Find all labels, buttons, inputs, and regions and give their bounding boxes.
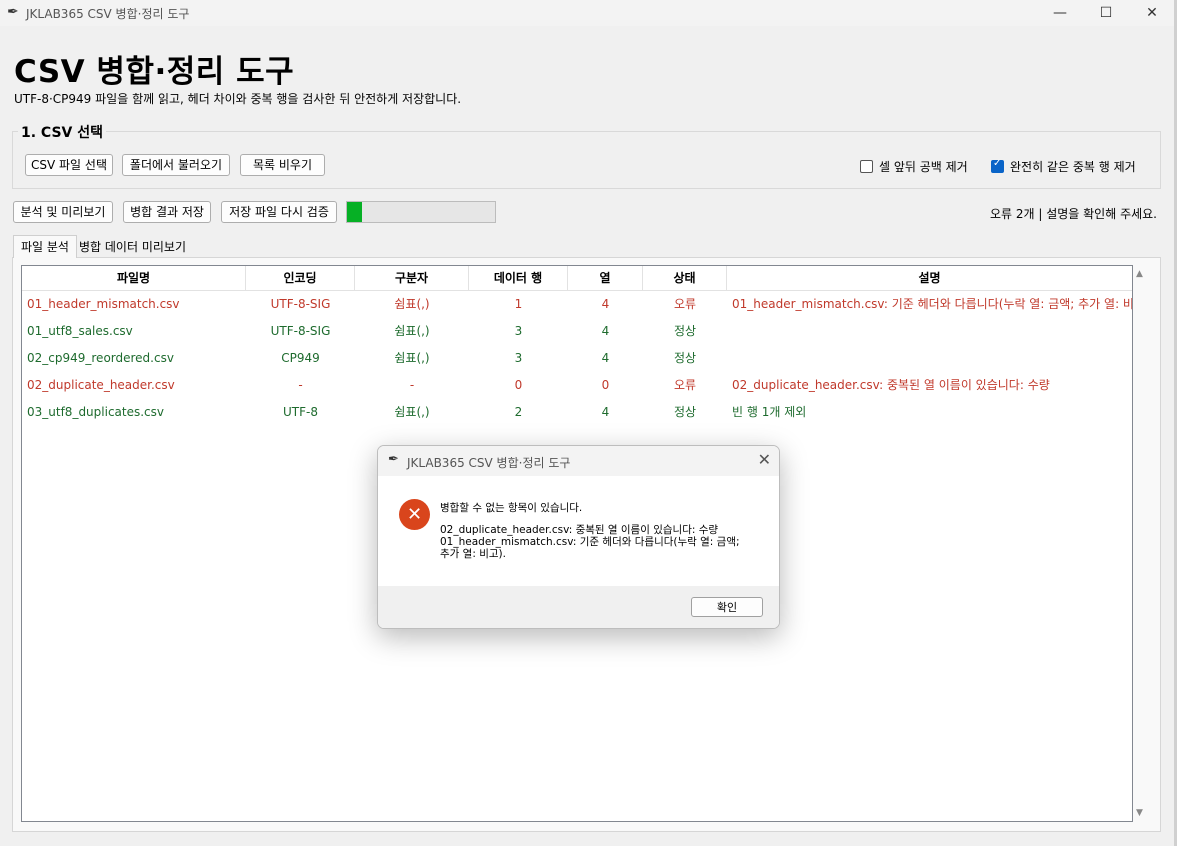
scroll-down-icon[interactable]: ▼: [1136, 808, 1143, 818]
tab-merged-preview[interactable]: 병합 데이터 미리보기: [76, 238, 189, 256]
select-csv-button[interactable]: CSV 파일 선택: [25, 154, 113, 176]
minimize-icon[interactable]: —: [1037, 0, 1083, 26]
column-header-delimiter[interactable]: 구분자: [355, 266, 469, 290]
page-subtitle: UTF-8·CP949 파일을 함께 읽고, 헤더 차이와 중복 행을 검사한 …: [14, 92, 462, 106]
cell-description: 02_duplicate_header.csv: 중복된 열 이름이 있습니다:…: [732, 378, 1050, 392]
cell-filename: 03_utf8_duplicates.csv: [27, 405, 165, 419]
cell-encoding: -: [298, 378, 303, 392]
cell-data-rows: 3: [514, 324, 523, 338]
page-title: CSV 병합·정리 도구: [14, 54, 295, 90]
close-icon[interactable]: ✕: [1129, 0, 1175, 26]
checkbox-unchecked-icon[interactable]: [860, 160, 873, 173]
checkbox-checked-icon[interactable]: [991, 158, 1004, 173]
dialog-close-icon[interactable]: ✕: [758, 450, 771, 469]
cell-delimiter: -: [409, 378, 415, 392]
dialog-titlebar: ✒ JKLAB365 CSV 병합·정리 도구 ✕: [378, 446, 779, 476]
cell-columns: 4: [601, 324, 610, 338]
table-header: 파일명 인코딩 구분자 데이터 행 열 상태 설명: [22, 266, 1132, 291]
cell-status: 오류: [673, 378, 697, 392]
analyze-preview-button[interactable]: 분석 및 미리보기: [13, 201, 113, 223]
cell-data-rows: 2: [514, 405, 523, 419]
progress-bar: [346, 201, 496, 223]
cell-delimiter: 쉼표(,): [394, 405, 430, 419]
cell-description: [727, 345, 1132, 372]
csv-select-group-title: 1. CSV 선택: [18, 122, 107, 142]
cell-columns: 0: [601, 378, 610, 392]
cell-data-rows: 0: [514, 378, 523, 392]
maximize-icon[interactable]: ☐: [1083, 0, 1129, 26]
cell-encoding: CP949: [281, 351, 320, 365]
remove-duplicates-label: 완전히 같은 중복 행 제거: [1010, 160, 1136, 174]
error-icon: ✕: [399, 499, 430, 530]
progress-fill: [347, 202, 362, 222]
remove-duplicates-checkbox[interactable]: 완전히 같은 중복 행 제거: [991, 158, 1136, 175]
table-row[interactable]: 02_duplicate_header.csv - - 0 0 오류 02_duplicat…: [22, 372, 1132, 399]
column-header-status[interactable]: 상태: [643, 266, 727, 290]
cell-delimiter: 쉼표(,): [394, 297, 430, 311]
cell-description: 빈 행 1개 제외: [732, 405, 807, 419]
error-dialog: ✒ JKLAB365 CSV 병합·정리 도구 ✕ ✕ 병합할 수 없는 항목이…: [377, 445, 780, 629]
column-header-encoding[interactable]: 인코딩: [246, 266, 355, 290]
cell-filename: 01_header_mismatch.csv: [27, 297, 180, 311]
table-row[interactable]: 01_header_mismatch.csv UTF-8-SIG 쉼표(,) 1 4 오류…: [22, 291, 1132, 318]
cell-status: 정상: [673, 405, 697, 419]
cell-columns: 4: [601, 351, 610, 365]
save-merged-button[interactable]: 병합 결과 저장: [123, 201, 211, 223]
table-row[interactable]: 03_utf8_duplicates.csv UTF-8 쉼표(,) 2 4 정상 빈 행 …: [22, 399, 1132, 426]
clear-list-button[interactable]: 목록 비우기: [240, 154, 325, 176]
dialog-message: 병합할 수 없는 항목이 있습니다.: [440, 502, 583, 514]
cell-status: 정상: [673, 324, 697, 338]
reverify-button[interactable]: 저장 파일 다시 검증: [221, 201, 337, 223]
cell-data-rows: 3: [514, 351, 523, 365]
table-row[interactable]: 01_utf8_sales.csv UTF-8-SIG 쉼표(,) 3 4 정상: [22, 318, 1132, 345]
tab-file-analysis[interactable]: 파일 분석: [13, 235, 77, 258]
column-header-filename[interactable]: 파일명: [22, 266, 246, 290]
status-text: 오류 2개 | 설명을 확인해 주세요.: [989, 207, 1157, 221]
cell-status: 정상: [673, 351, 697, 365]
window-titlebar: ✒ JKLAB365 CSV 병합·정리 도구 — ☐ ✕: [0, 0, 1177, 26]
cell-columns: 4: [601, 297, 610, 311]
cell-status: 오류: [673, 297, 697, 311]
cell-description: 01_header_mismatch.csv: 기준 헤더와 다릅니다(누락 열…: [732, 297, 1132, 311]
load-folder-button[interactable]: 폴더에서 불러오기: [122, 154, 230, 176]
table-row[interactable]: 02_cp949_reordered.csv CP949 쉼표(,) 3 4 정상: [22, 345, 1132, 372]
cell-delimiter: 쉼표(,): [394, 324, 430, 338]
cell-description: [727, 318, 1132, 345]
cell-filename: 02_duplicate_header.csv: [27, 378, 175, 392]
trim-spaces-label: 셀 앞뒤 공백 제거: [879, 160, 968, 174]
cell-data-rows: 1: [514, 297, 523, 311]
cell-delimiter: 쉼표(,): [394, 351, 430, 365]
scroll-up-icon[interactable]: ▲: [1136, 269, 1143, 279]
cell-encoding: UTF-8: [283, 405, 318, 419]
feather-icon: ✒: [388, 452, 399, 467]
dialog-title: JKLAB365 CSV 병합·정리 도구: [407, 456, 571, 470]
table-body: 01_header_mismatch.csv UTF-8-SIG 쉼표(,) 1 4 오류…: [22, 291, 1132, 426]
feather-icon: ✒: [7, 4, 19, 20]
dialog-detail: 02_duplicate_header.csv: 중복된 열 이름이 있습니다:…: [440, 524, 740, 560]
dialog-ok-button[interactable]: 확인: [691, 597, 763, 617]
cell-filename: 01_utf8_sales.csv: [27, 324, 133, 338]
column-header-description[interactable]: 설명: [727, 266, 1132, 290]
column-header-columns[interactable]: 열: [568, 266, 643, 290]
cell-filename: 02_cp949_reordered.csv: [27, 351, 174, 365]
window-title: JKLAB365 CSV 병합·정리 도구: [26, 7, 190, 21]
cell-encoding: UTF-8-SIG: [270, 324, 331, 338]
trim-spaces-checkbox[interactable]: 셀 앞뒤 공백 제거: [860, 158, 968, 175]
cell-encoding: UTF-8-SIG: [270, 297, 331, 311]
vertical-scrollbar[interactable]: ▲ ▼: [1133, 265, 1149, 820]
column-header-data-rows[interactable]: 데이터 행: [469, 266, 568, 290]
cell-columns: 4: [601, 405, 610, 419]
